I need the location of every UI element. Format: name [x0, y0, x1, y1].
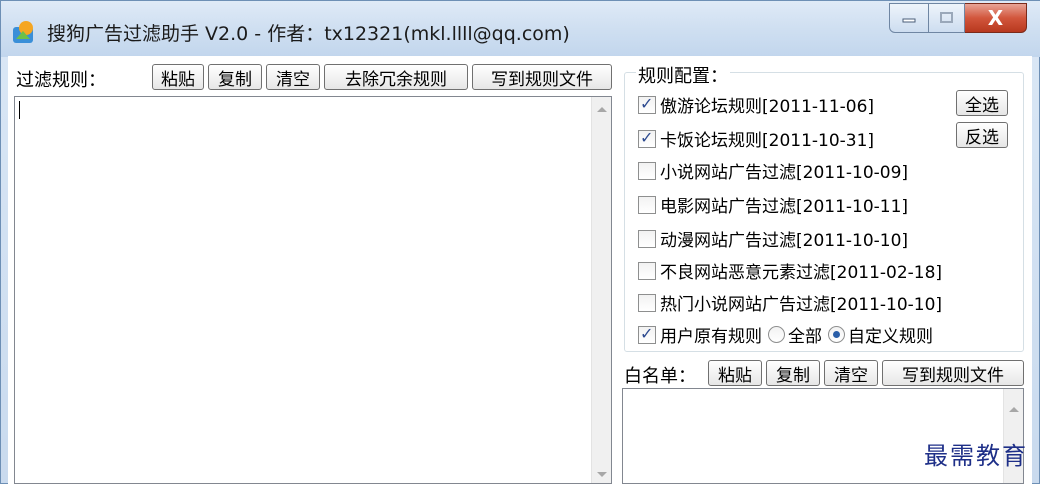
radio-custom[interactable] — [828, 326, 845, 343]
rule-label: 不良网站恶意元素过滤[2011-02-18] — [660, 263, 943, 283]
rule-item-hot-novel[interactable]: 热门小说网站广告过滤[2011-10-10] — [638, 290, 942, 315]
radio-custom-label: 自定义规则 — [848, 327, 933, 347]
rule-checkbox-anime[interactable] — [638, 229, 656, 248]
whitelist-paste-button[interactable]: 粘贴 — [708, 360, 762, 386]
radio-all-label: 全部 — [788, 327, 822, 347]
rule-item-kafan[interactable]: 卡饭论坛规则[2011-10-31] — [638, 126, 874, 151]
close-button[interactable]: X — [965, 3, 1027, 33]
rule-label: 傲游论坛规则[2011-11-06] — [660, 97, 875, 117]
radio-all[interactable] — [768, 326, 785, 343]
title-bar[interactable]: 搜狗广告过滤助手 V2.0 - 作者：tx12321(mkl.llll@qq.c… — [1, 1, 1040, 57]
filter-clear-button[interactable]: 清空 — [266, 64, 320, 90]
whitelist-label: 白名单： — [624, 366, 696, 387]
scroll-up-icon[interactable] — [1009, 407, 1019, 412]
rule-label: 电影网站广告过滤[2011-10-11] — [660, 197, 909, 217]
scroll-down-icon[interactable] — [597, 472, 607, 477]
select-all-button[interactable]: 全选 — [956, 90, 1008, 116]
minimize-button[interactable] — [889, 3, 929, 33]
watermark: 最需教育 — [924, 442, 1028, 470]
filter-copy-button[interactable]: 复制 — [208, 64, 262, 90]
rule-item-anime[interactable]: 动漫网站广告过滤[2011-10-10] — [638, 226, 908, 251]
rule-config-title: 规则配置： — [636, 62, 730, 88]
rule-checkbox-kafan[interactable] — [638, 128, 656, 148]
rule-label: 小说网站广告过滤[2011-10-09] — [660, 163, 909, 183]
maximize-icon — [939, 12, 953, 23]
app-icon — [13, 21, 33, 43]
rule-label: 动漫网站广告过滤[2011-10-10] — [660, 231, 909, 251]
filter-rules-label: 过滤规则： — [16, 70, 106, 91]
rule-checkbox-malicious[interactable] — [638, 261, 656, 280]
whitelist-clear-button[interactable]: 清空 — [824, 360, 878, 386]
remove-redundant-rules-button[interactable]: 去除冗余规则 — [324, 64, 468, 90]
rule-item-novel[interactable]: 小说网站广告过滤[2011-10-09] — [638, 158, 908, 183]
minimize-icon — [902, 18, 916, 23]
rule-checkbox-maxthon[interactable] — [638, 94, 656, 114]
filter-rules-textarea[interactable] — [14, 96, 612, 484]
rule-label: 卡饭论坛规则[2011-10-31] — [660, 131, 875, 151]
maximize-button[interactable] — [929, 3, 965, 33]
filter-write-rules-file-button[interactable]: 写到规则文件 — [472, 64, 612, 90]
window-title: 搜狗广告过滤助手 V2.0 - 作者：tx12321(mkl.llll@qq.c… — [47, 23, 570, 45]
whitelist-copy-button[interactable]: 复制 — [766, 360, 820, 386]
close-icon: X — [987, 6, 1004, 30]
user-rules-label: 用户原有规则 — [660, 327, 762, 347]
user-rules-checkbox[interactable] — [638, 324, 656, 344]
filter-scrollbar[interactable] — [591, 97, 611, 483]
user-rules-row: 用户原有规则 全部 自定义规则 — [638, 322, 933, 347]
rule-item-malicious[interactable]: 不良网站恶意元素过滤[2011-02-18] — [638, 258, 942, 283]
text-caret — [19, 101, 20, 119]
rule-checkbox-hot-novel[interactable] — [638, 293, 656, 312]
invert-selection-button[interactable]: 反选 — [956, 122, 1008, 148]
filter-paste-button[interactable]: 粘贴 — [152, 64, 204, 90]
rule-item-movie[interactable]: 电影网站广告过滤[2011-10-11] — [638, 192, 908, 217]
whitelist-write-rules-file-button[interactable]: 写到规则文件 — [882, 360, 1024, 386]
rule-item-maxthon[interactable]: 傲游论坛规则[2011-11-06] — [638, 92, 874, 117]
rule-checkbox-novel[interactable] — [638, 161, 656, 180]
scroll-up-icon[interactable] — [597, 107, 607, 112]
rule-label: 热门小说网站广告过滤[2011-10-10] — [660, 295, 943, 315]
rule-checkbox-movie[interactable] — [638, 195, 656, 214]
